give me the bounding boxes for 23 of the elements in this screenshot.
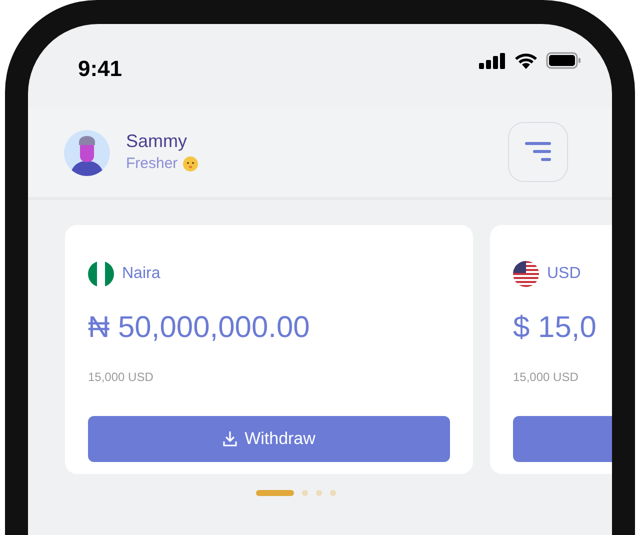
avatar (64, 130, 110, 176)
balance-amount: $ 15,0 (513, 310, 598, 346)
converted-amount: 15,000 USD (513, 369, 580, 386)
menu-button[interactable] (508, 122, 568, 182)
user-level: Fresher (126, 154, 178, 174)
converted-amount: 15,000 USD (88, 369, 154, 386)
pager-dot[interactable] (316, 490, 322, 496)
balance-amount: ₦ 50,000,000.00 (88, 310, 311, 346)
baby-face-icon (182, 155, 199, 172)
user-name: Sammy (126, 130, 188, 153)
status-time: 9:41 (78, 55, 122, 83)
pager-dot[interactable] (330, 490, 336, 496)
flag-icon (88, 261, 114, 287)
withdraw-button[interactable]: Withdraw (88, 416, 450, 462)
signal-icon (479, 52, 506, 68)
battery-icon (546, 52, 582, 69)
wifi-icon (514, 52, 538, 69)
currency-name: USD (547, 264, 581, 284)
menu-icon (525, 142, 551, 162)
currency-name: Naira (122, 264, 160, 284)
flag-icon (513, 261, 539, 287)
pager-dot[interactable] (302, 490, 308, 496)
download-icon (222, 431, 237, 447)
